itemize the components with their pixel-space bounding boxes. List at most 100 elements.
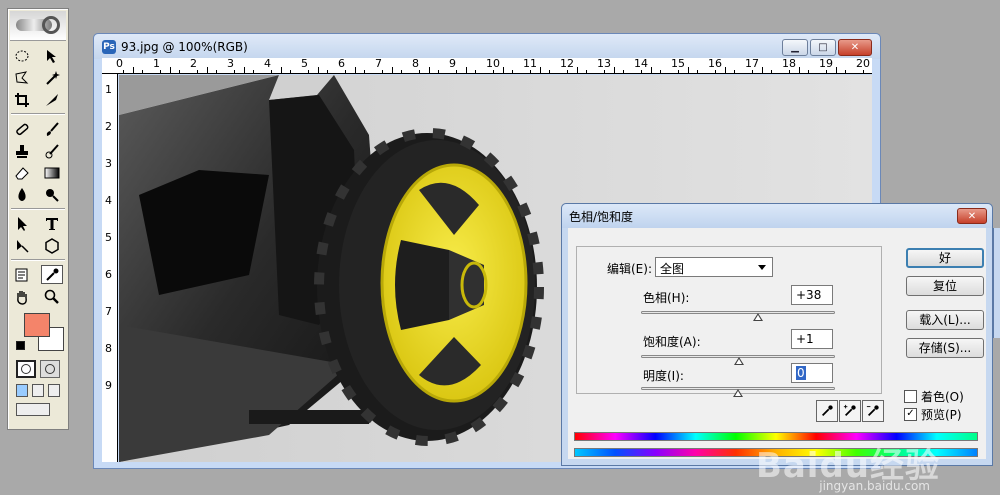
- ruler-h-tick: 3: [227, 58, 234, 70]
- adjustment-group: 编辑(E): 全图 色相(H): +38 饱和度(A): +1 明度(I): 0: [576, 246, 883, 397]
- standard-screen-button[interactable]: [16, 384, 28, 397]
- ruler-h-minor-tick: [474, 70, 476, 73]
- history-brush-tool[interactable]: [41, 141, 63, 160]
- eraser-tool[interactable]: [11, 163, 33, 182]
- ruler-h-tick: 19: [819, 58, 833, 70]
- slice-tool[interactable]: [41, 90, 63, 109]
- move-tool[interactable]: [41, 46, 63, 65]
- clone-stamp-tool[interactable]: [11, 141, 33, 160]
- saturation-input[interactable]: +1: [791, 329, 833, 349]
- default-colors-icon[interactable]: [16, 341, 25, 350]
- ruler-h-tick: 18: [782, 58, 796, 70]
- ruler-h-minor-tick: [252, 70, 254, 73]
- ruler-h-minor-tick: [770, 70, 772, 73]
- dialog-close-button[interactable]: ✕: [957, 208, 987, 224]
- subtract-from-sample-button[interactable]: [862, 400, 884, 422]
- ruler-h-minor-tick: [724, 67, 726, 73]
- ruler-h-minor-tick: [317, 67, 319, 73]
- crop-tool[interactable]: [11, 90, 33, 109]
- eyedropper-icon: [822, 405, 833, 416]
- preview-checkbox[interactable]: ✓: [904, 407, 917, 421]
- gradient-icon: [44, 167, 60, 178]
- hue-row: 色相(H): +38: [577, 285, 883, 321]
- hue-input[interactable]: +38: [791, 285, 833, 305]
- ruler-v-tick: 2: [105, 120, 112, 133]
- ruler-h-minor-tick: [696, 70, 698, 73]
- ok-button[interactable]: 好: [906, 248, 984, 268]
- healing-brush-tool[interactable]: [11, 119, 33, 138]
- type-tool[interactable]: [41, 214, 63, 233]
- lasso-tool[interactable]: [11, 68, 33, 87]
- ruler-h-tick: 20: [856, 58, 870, 70]
- toolbox-header[interactable]: [10, 11, 66, 41]
- ruler-h-minor-tick: [835, 67, 837, 73]
- ruler-h-minor-tick: [280, 67, 282, 73]
- document-title-bar[interactable]: Ps 93.jpg @ 100%(RGB): [94, 34, 880, 59]
- eraser-icon: [15, 166, 29, 179]
- horizontal-ruler[interactable]: 0 1 2 3 4 5 6 7 8 9 10 11 12 13 14 15 16 17 18 19 20: [102, 58, 872, 74]
- note-icon: [15, 268, 28, 281]
- ruler-h-tick: 14: [634, 58, 648, 70]
- magic-wand-tool[interactable]: [41, 68, 63, 87]
- ruler-h-minor-tick: [733, 70, 735, 73]
- blur-tool[interactable]: [11, 185, 33, 204]
- lightness-input[interactable]: 0: [791, 363, 833, 383]
- edit-select-value: 全图: [660, 262, 685, 276]
- edit-select[interactable]: 全图: [655, 257, 773, 277]
- vertical-ruler[interactable]: 1 2 3 4 5 6 7 8 9: [102, 74, 118, 462]
- gradient-tool[interactable]: [41, 163, 63, 182]
- jump-to-imageready-button[interactable]: [16, 403, 50, 416]
- standard-mode-button[interactable]: [16, 360, 36, 378]
- magnifier-icon: [44, 289, 59, 304]
- ruler-h-minor-tick: [715, 70, 717, 73]
- hue-slider-thumb[interactable]: [753, 313, 764, 321]
- ruler-h-minor-tick: [650, 67, 652, 73]
- path-selection-tool[interactable]: [11, 214, 33, 233]
- hand-tool[interactable]: [11, 287, 33, 306]
- ruler-h-tick: 2: [190, 58, 197, 70]
- lightness-label: 明度(I):: [643, 369, 684, 383]
- foreground-color-swatch[interactable]: [24, 313, 50, 337]
- colorize-checkbox-row[interactable]: 着色(O): [904, 388, 964, 404]
- eyedropper-button[interactable]: [816, 400, 838, 422]
- full-screen-menu-button[interactable]: [32, 384, 44, 397]
- bandage-icon: [16, 123, 29, 135]
- ruler-h-tick: 15: [671, 58, 685, 70]
- reset-button[interactable]: 复位: [906, 276, 984, 296]
- save-button[interactable]: 存储(S)...: [906, 338, 984, 358]
- preview-label: 预览(P): [921, 407, 962, 422]
- close-button[interactable]: ✕: [838, 39, 872, 56]
- full-screen-button[interactable]: [48, 384, 60, 397]
- magic-wand-icon: [46, 70, 60, 85]
- ruler-v-tick: 7: [105, 305, 112, 318]
- eyedropper-minus-icon: [866, 405, 879, 416]
- dialog-title-bar[interactable]: 色相/饱和度: [562, 204, 992, 228]
- ruler-h-minor-tick: [789, 70, 791, 73]
- add-to-sample-button[interactable]: [839, 400, 861, 422]
- quick-mask-button[interactable]: [40, 360, 60, 378]
- shape-tool[interactable]: [41, 236, 63, 255]
- maximize-button[interactable]: □: [810, 39, 836, 56]
- ruler-h-minor-tick: [437, 70, 439, 73]
- edit-label: 编辑(E):: [607, 262, 652, 276]
- colorize-label: 着色(O): [921, 389, 964, 404]
- load-button[interactable]: 载入(L)...: [906, 310, 984, 330]
- ruler-h-minor-tick: [160, 70, 162, 73]
- standard-mode-icon: [21, 364, 31, 374]
- brush-tool[interactable]: [41, 119, 63, 138]
- ruler-h-minor-tick: [308, 70, 310, 73]
- pen-tool[interactable]: [11, 236, 33, 255]
- colorize-checkbox[interactable]: [904, 389, 917, 403]
- minimize-button[interactable]: ▁: [782, 39, 808, 56]
- document-title: 93.jpg @ 100%(RGB): [121, 39, 248, 54]
- eyedropper-tool[interactable]: [41, 265, 63, 284]
- ruler-h-tick: 1: [153, 58, 160, 70]
- marquee-tool[interactable]: [11, 46, 33, 65]
- lightness-slider-thumb[interactable]: [733, 389, 743, 397]
- dodge-tool[interactable]: [41, 185, 63, 204]
- preview-checkbox-row[interactable]: ✓ 预览(P): [904, 406, 962, 422]
- notes-tool[interactable]: [11, 265, 33, 284]
- drop-icon: [18, 187, 26, 201]
- zoom-tool[interactable]: [41, 287, 63, 306]
- hue-slider-track[interactable]: [641, 311, 835, 314]
